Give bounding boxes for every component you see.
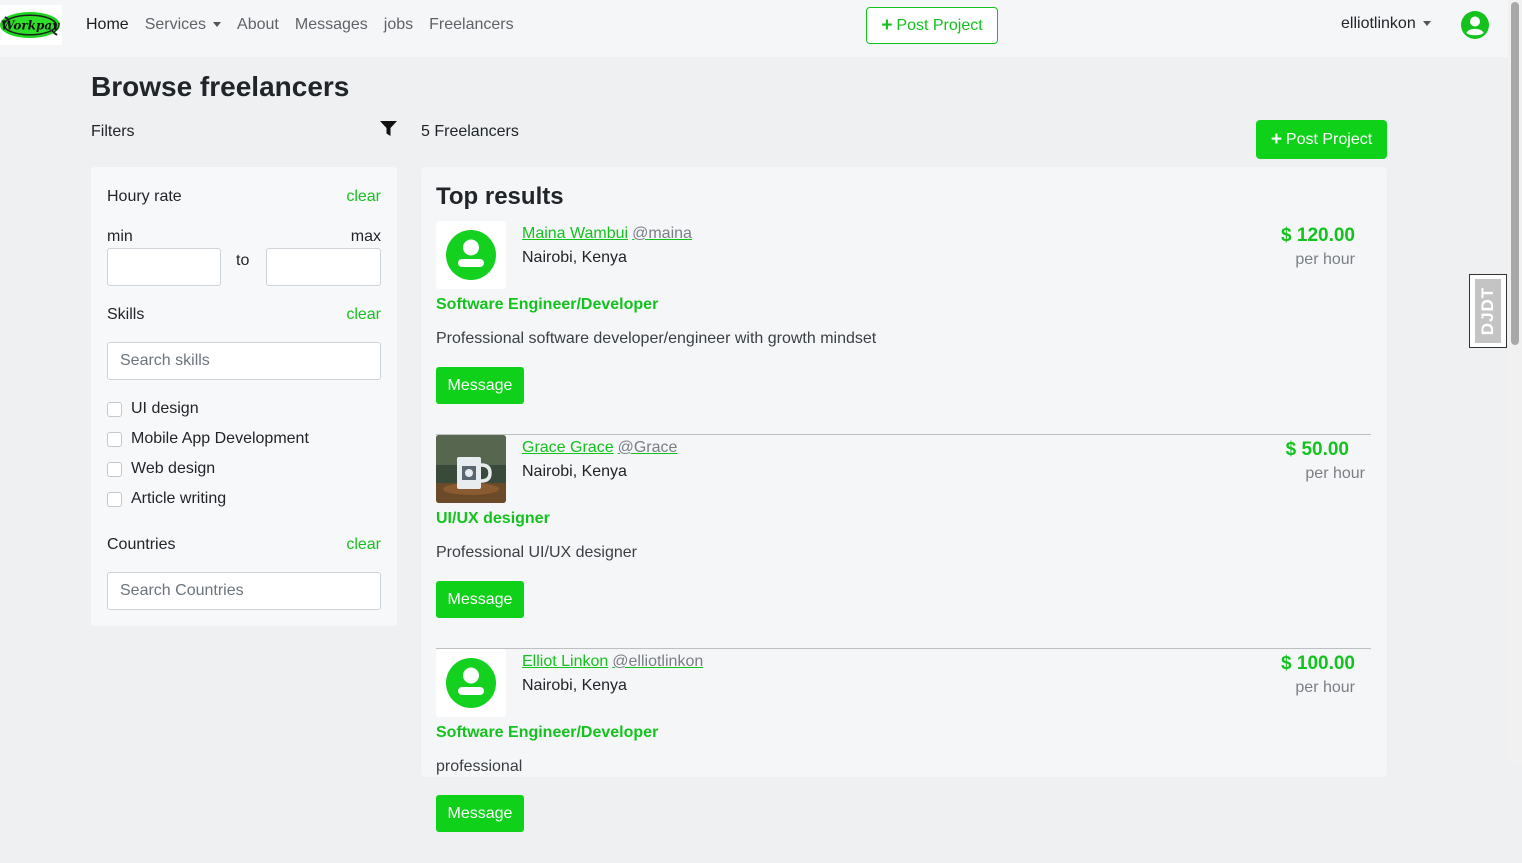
results-panel: Top results Maina Wambui @maina Nairobi, … [421,167,1387,832]
skills-clear-link[interactable]: clear [346,306,381,324]
vertical-scrollbar[interactable] [1508,0,1522,765]
skill-option-label: UI design [131,400,199,417]
results-title: Top results [436,183,564,210]
filters-sidebar: Houry rate clear min max to Skills clear… [91,167,397,626]
skill-option-article-writing[interactable]: Article writing [107,490,226,508]
freelancer-name-link[interactable]: Elliot Linkon @elliotlinkon [522,653,703,671]
freelancer-description: professional [436,758,523,775]
max-label: max [350,228,381,245]
rate-unit: per hour [1295,251,1355,268]
freelancer-username: @Grace [617,439,678,456]
plus-icon: + [1270,129,1282,150]
message-button[interactable]: Message [436,367,524,404]
freelancer-username: @maina [632,225,692,242]
nav-post-project-button[interactable]: + Post Project [866,7,998,44]
freelancer-rate: $ 50.00 [1285,439,1349,460]
debug-toolbar-handle[interactable]: DJDT [1469,274,1507,348]
hourly-rate-label: Houry rate [107,188,182,205]
user-avatar-icon [436,649,506,717]
user-avatar-icon [436,221,506,289]
min-rate-input[interactable] [107,248,221,286]
post-project-button[interactable]: + Post Project [1256,120,1387,159]
to-label: to [236,252,250,269]
filters-label: Filters [91,123,135,140]
skill-option-label: Mobile App Development [131,430,309,447]
max-rate-input[interactable] [266,248,381,286]
workpay-logo[interactable]: Workpay [0,5,62,45]
nav-freelancers-link[interactable]: Freelancers [429,16,513,34]
message-button[interactable]: Message [436,581,524,618]
skills-label: Skills [107,306,145,323]
freelancer-location: Nairobi, Kenya [522,463,627,480]
user-menu-dropdown[interactable]: elliotlinkon [1341,15,1431,33]
freelancer-rate: $ 120.00 [1281,225,1355,246]
checkbox[interactable] [107,401,122,417]
freelancer-card: Maina Wambui @maina Nairobi, Kenya Softwa… [436,221,1371,435]
skill-option-mobile-app-development[interactable]: Mobile App Development [107,430,309,448]
freelancer-name: Maina Wambui [522,225,629,242]
freelancer-description: Professional software developer/engineer… [436,330,877,347]
freelancer-name-link[interactable]: Grace Grace @Grace [522,439,677,457]
min-label: min [107,228,133,245]
svg-text:Workpay: Workpay [1,19,60,33]
skill-option-ui-design[interactable]: UI design [107,400,199,418]
nav-jobs-link[interactable]: jobs [384,16,413,34]
plus-icon: + [881,15,893,36]
freelancer-title: Software Engineer/Developer [436,724,659,741]
skill-option-label: Web design [131,460,216,477]
funnel-icon[interactable] [380,121,397,136]
scrollbar-thumb[interactable] [1511,2,1519,345]
user-circle-icon[interactable] [1461,11,1489,39]
rate-unit: per hour [1295,679,1355,696]
freelancer-description: Professional UI/UX designer [436,544,637,561]
post-project-label: Post Project [1285,130,1373,148]
freelancer-card: Elliot Linkon @elliotlinkon Nairobi, Keny… [436,649,1371,863]
message-button[interactable]: Message [436,795,524,832]
freelancer-name-link[interactable]: Maina Wambui @maina [522,225,692,243]
search-countries-input[interactable]: Search Countries [107,572,381,610]
checkbox[interactable] [107,431,122,447]
freelancer-count: 5 Freelancers [421,123,519,140]
mug-photo [436,435,506,503]
freelancer-username: @elliotlinkon [612,653,704,670]
nav-home-link[interactable]: Home [86,16,129,34]
rate-unit: per hour [1305,465,1365,482]
nav-services-label: Services [144,16,207,33]
freelancer-title: Software Engineer/Developer [436,296,659,313]
countries-label: Countries [107,536,176,553]
freelancer-location: Nairobi, Kenya [522,249,627,266]
freelancer-rate: $ 100.00 [1281,653,1355,674]
nav-post-project-label: Post Project [896,16,983,34]
skill-option-label: Article writing [131,490,227,507]
username-label: elliotlinkon [1341,15,1416,32]
chevron-down-icon [213,22,222,28]
nav-services-dropdown[interactable]: Services [144,16,222,34]
countries-clear-link[interactable]: clear [346,536,381,554]
freelancer-name: Elliot Linkon [522,653,609,670]
freelancer-name: Grace Grace [522,439,614,456]
freelancer-location: Nairobi, Kenya [522,677,627,694]
chevron-down-icon [1422,21,1431,27]
debug-toolbar-label: DJDT [1478,286,1497,336]
freelancer-title: UI/UX designer [436,510,550,527]
debug-toolbar-badge: DJDT [1475,279,1501,343]
page-title: Browse freelancers [91,71,350,102]
skill-option-web-design[interactable]: Web design [107,460,215,478]
search-skills-input[interactable]: Search skills [107,342,381,380]
freelancer-card: Grace Grace @Grace Nairobi, Kenya UI/UX d… [436,435,1371,649]
checkbox[interactable] [107,461,122,477]
navbar: Workpay Home Services About Messages job… [0,0,1508,57]
nav-links: Home Services About Messages jobs Freela… [86,0,530,50]
nav-messages-link[interactable]: Messages [295,16,368,34]
nav-about-link[interactable]: About [237,16,279,34]
hourly-rate-clear-link[interactable]: clear [346,188,381,206]
checkbox[interactable] [107,491,122,507]
